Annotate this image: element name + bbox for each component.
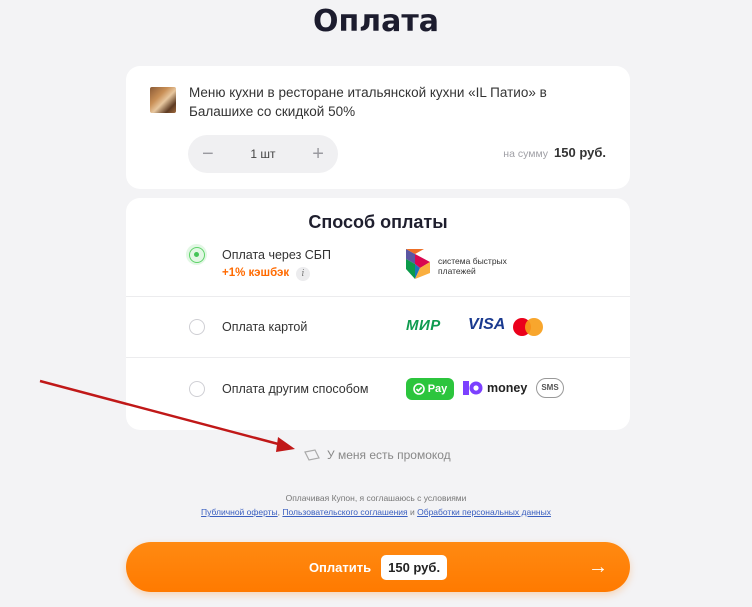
quantity-stepper: − 1 шт + bbox=[188, 135, 338, 173]
payment-option-sbp[interactable]: Оплата через СБП +1% кэшбэк i система бы… bbox=[126, 238, 630, 296]
payment-methods-card: Способ оплаты Оплата через СБП +1% кэшбэ… bbox=[126, 198, 630, 430]
pay-button-price: 150 руб. bbox=[381, 554, 448, 580]
yoomoney-logo: money bbox=[463, 381, 527, 395]
sum-label: на сумму bbox=[503, 148, 549, 160]
promo-code-link[interactable]: У меня есть промокод bbox=[304, 448, 451, 462]
sum-value: 150 руб. bbox=[554, 145, 606, 160]
quantity-value: 1 шт bbox=[250, 147, 276, 161]
terms-text: Оплачивая Купон, я соглашаюсь с условиям… bbox=[0, 491, 752, 519]
payment-option-other[interactable]: Оплата другим способом Pay money SMS bbox=[126, 358, 630, 420]
product-card: Меню кухни в ресторане итальянской кухни… bbox=[126, 66, 630, 189]
terms-intro: Оплачивая Купон, я соглашаюсь с условиям… bbox=[285, 493, 467, 503]
payment-section-title: Способ оплаты bbox=[308, 212, 448, 232]
sbp-logo-icon bbox=[406, 249, 430, 279]
product-name: Меню кухни в ресторане итальянской кухни… bbox=[189, 85, 547, 119]
other-radio[interactable] bbox=[189, 381, 205, 397]
order-sum: на сумму 150 руб. bbox=[503, 145, 606, 160]
info-icon[interactable]: i bbox=[296, 267, 310, 281]
ticket-icon bbox=[304, 449, 320, 461]
other-label: Оплата другим способом bbox=[222, 382, 369, 396]
pay-button-label: Оплатить bbox=[308, 559, 372, 575]
product-thumbnail bbox=[150, 87, 176, 113]
promo-label: У меня есть промокод bbox=[327, 448, 451, 462]
payment-option-card[interactable]: Оплата картой МИР VISA bbox=[126, 297, 630, 357]
card-label: Оплата картой bbox=[222, 320, 308, 334]
page-title: Оплата bbox=[312, 4, 440, 39]
sbp-radio[interactable] bbox=[186, 244, 207, 265]
mastercard-logo-icon bbox=[513, 318, 543, 336]
card-radio[interactable] bbox=[189, 319, 205, 335]
gpay-logo: Pay bbox=[406, 378, 454, 400]
sbp-label: Оплата через СБП bbox=[222, 248, 331, 262]
yoomoney-icon bbox=[463, 381, 483, 395]
decrease-button[interactable]: − bbox=[202, 144, 214, 164]
increase-button[interactable]: + bbox=[312, 144, 324, 164]
personal-data-link[interactable]: Обработки персональных данных bbox=[417, 507, 551, 517]
arrow-right-icon: → bbox=[588, 556, 608, 578]
cashback-label: +1% кэшбэк bbox=[222, 267, 290, 279]
pay-button[interactable]: Оплатить 150 руб. → bbox=[126, 542, 630, 592]
visa-logo: VISA bbox=[468, 316, 506, 333]
gpay-icon bbox=[412, 383, 425, 395]
sms-logo: SMS bbox=[536, 378, 564, 398]
public-offer-link[interactable]: Публичной оферты bbox=[201, 507, 278, 517]
sbp-logo-text: система быстрых платежей bbox=[438, 256, 507, 276]
user-agreement-link[interactable]: Пользовательского соглашения bbox=[282, 507, 407, 517]
mir-logo: МИР bbox=[406, 317, 441, 334]
